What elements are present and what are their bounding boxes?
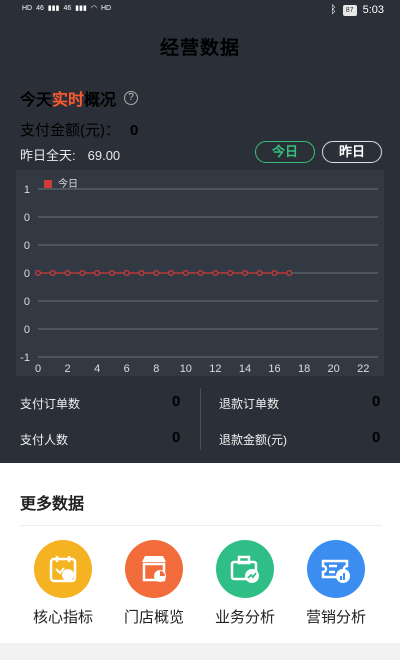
x-tick-label: 2 [65,363,71,375]
payer-count-value: 0 [172,429,181,446]
business-analysis-label: 业务分析 [214,609,275,626]
refund-amount-value: 0 [372,429,381,446]
core-metrics-label: 核心指标 [32,609,93,626]
yesterday-value: 69.00 [87,148,121,163]
core-metrics-item[interactable]: 核心指标 [18,540,108,627]
yesterday-total: 昨日全天: 69.00 [20,145,120,164]
y-tick-label: 1 [24,184,30,196]
store-overview-item[interactable]: 门店概览 [109,540,199,627]
x-tick-label: 0 [35,363,41,375]
legend-label: 今日 [58,177,78,190]
store-icon [125,540,183,598]
calendar-chart-icon [34,540,92,598]
hd-indicator-2: HD [100,4,112,12]
hd-indicator-1: HD [22,4,33,12]
y-tick-label: 0 [24,296,30,308]
y-tick-label: 0 [24,212,30,224]
realtime-title-highlight: 实时 [52,92,85,109]
realtime-title-prefix: 今天 [20,92,53,109]
data-point [49,269,56,276]
signal-bars-icon-2: ▮▮▮ [75,5,87,12]
data-point [286,269,293,276]
clock: 5:03 [362,4,384,16]
data-point [212,269,219,276]
data-point [94,269,101,276]
store-overview-label: 门店概览 [123,609,184,626]
data-point [241,269,248,276]
page-title: 经营数据 [159,38,240,59]
pay-amount: 支付金额(元)： 0 [20,119,138,140]
data-point [271,269,278,276]
realtime-title: 今天 实时 概况 ? [20,86,139,110]
y-tick-label: -1 [20,352,30,364]
order-count-value: 0 [172,393,181,410]
realtime-title-suffix: 概况 [84,92,117,109]
network-indicator-1: 46 [36,4,44,12]
pay-amount-value: 0 [130,122,139,139]
refund-amount-label: 退款金额(元) [219,433,287,447]
data-point [256,269,263,276]
more-data-title: 更多数据 [20,496,85,513]
signal-indicators: HD 46 ▮▮▮ 46 ▮▮▮ ◠ HD [22,4,112,13]
data-point [123,269,130,276]
data-point [197,269,204,276]
status-right: ᛒ 87 5:03 [330,4,384,16]
x-tick-label: 12 [209,363,221,375]
ticket-chart-icon [307,540,365,598]
y-tick-label: 0 [24,240,30,252]
x-tick-label: 22 [357,363,369,375]
realtime-chart: 今日 1 0 0 0 0 0 -1 0 2 4 6 8 10 12 14 16 18 20 22 [16,170,384,376]
x-tick-label: 18 [298,363,310,375]
stats-divider [200,388,201,450]
marketing-analysis-item[interactable]: 营销分析 [291,540,381,627]
payer-count-label: 支付人数 [20,433,69,447]
y-tick-label: 0 [24,324,30,336]
x-tick-label: 14 [239,363,251,375]
data-point [79,269,86,276]
data-point [64,269,71,276]
data-point [168,269,175,276]
data-point [153,269,160,276]
data-point [108,269,115,276]
status-bar: HD 46 ▮▮▮ 46 ▮▮▮ ◠ HD ᛒ 87 5:03 [0,0,400,24]
briefcase-chart-icon [216,540,274,598]
yesterday-label: 昨日全天: [20,148,76,163]
wifi-icon: ◠ [90,5,97,12]
chart-svg: 今日100000-10 2 4 6 8 10 12 14 16 18 20 22 [20,177,378,375]
data-point [138,269,145,276]
marketing-analysis-label: 营销分析 [305,609,366,626]
business-analysis-item[interactable]: 业务分析 [200,540,290,627]
network-indicator-2: 46 [63,4,72,12]
help-icon[interactable]: ? [124,91,139,105]
bluetooth-icon: ᛒ [330,4,337,16]
more-data-divider [20,525,382,526]
refund-order-value: 0 [372,393,381,410]
order-count-label: 支付订单数 [20,397,81,411]
x-tick-label: 20 [328,363,340,375]
refund-order-label: 退款订单数 [219,397,280,411]
x-tick-label: 16 [268,363,280,375]
today-button[interactable]: 今日 [255,141,315,163]
data-point [35,269,42,276]
x-tick-label: 10 [180,363,192,375]
battery-icon: 87 [342,4,357,16]
data-point [182,269,189,276]
yesterday-button[interactable]: 昨日 [322,141,382,163]
data-point [227,269,234,276]
x-tick-label: 4 [94,363,100,375]
pay-amount-label: 支付金额(元)： [20,122,120,139]
x-tick-label: 8 [153,363,159,375]
legend-swatch [44,180,52,188]
signal-bars-icon: ▮▮▮ [47,5,60,12]
x-tick-label: 6 [124,363,130,375]
y-tick-label: 0 [24,268,30,280]
